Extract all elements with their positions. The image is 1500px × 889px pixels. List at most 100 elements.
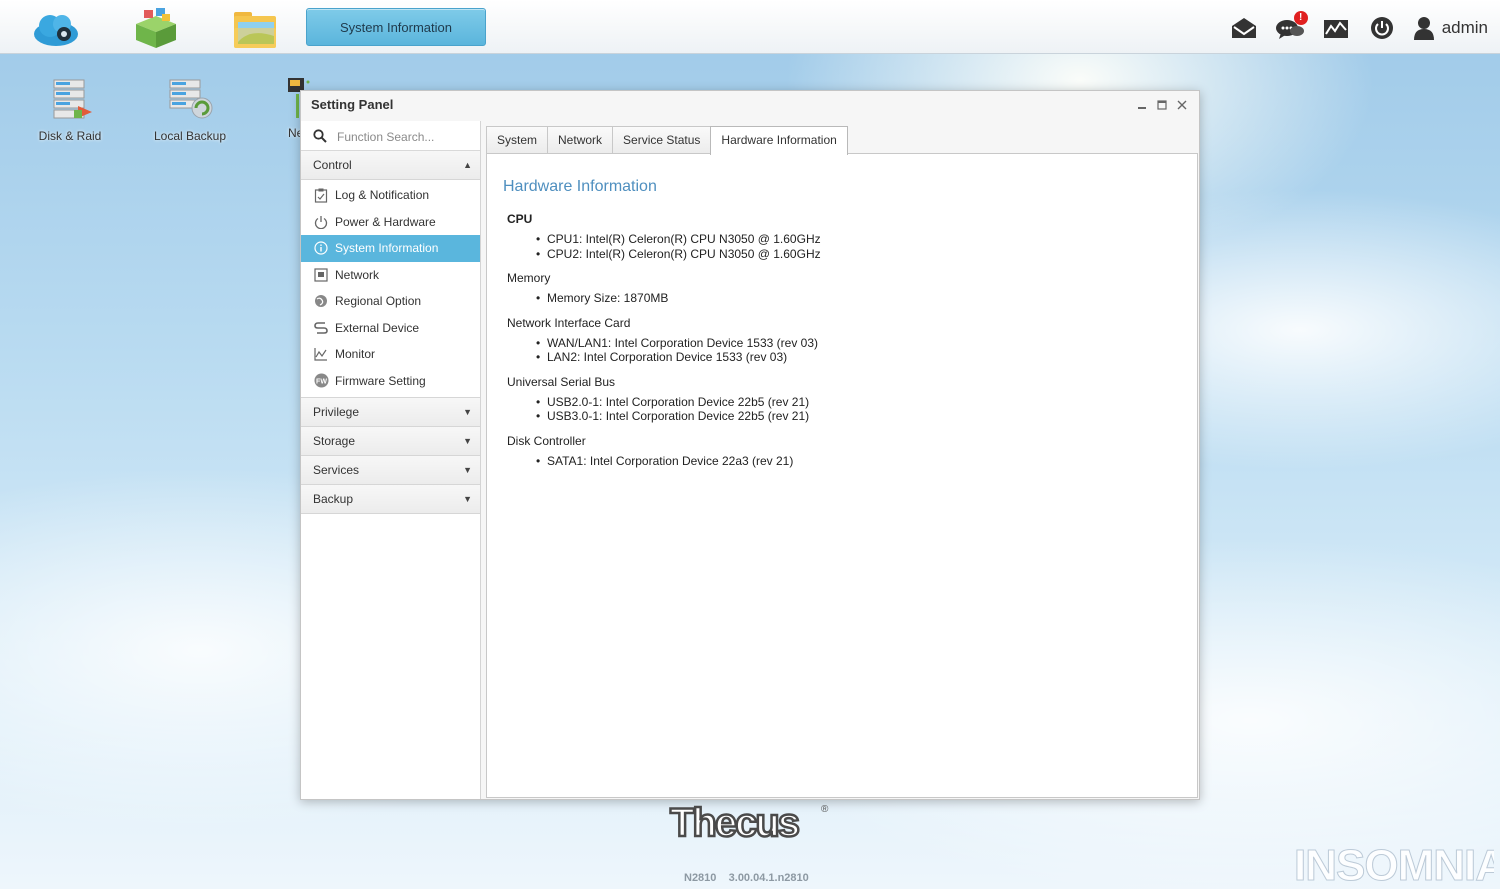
taskbar: System Information ! admin <box>0 0 1500 54</box>
group-list: CPU1: Intel(R) Celeron(R) CPU N3050 @ 1.… <box>503 232 1181 261</box>
sidebar-item-external-device[interactable]: External Device <box>301 315 480 342</box>
group-title: Disk Controller <box>507 433 586 448</box>
list-item: Memory Size: 1870MB <box>536 291 1181 306</box>
sidebar-item-log-notification[interactable]: Log & Notification <box>301 182 480 209</box>
list-item: LAN2: Intel Corporation Device 1533 (rev… <box>536 350 1181 365</box>
chart-icon <box>313 346 329 362</box>
list-item: WAN/LAN1: Intel Corporation Device 1533 … <box>536 336 1181 351</box>
tab-bar: System Network Service Status Hardware I… <box>486 126 848 155</box>
list-item: SATA1: Intel Corporation Device 22a3 (re… <box>536 454 1181 469</box>
info-icon <box>313 240 329 256</box>
sidebar-item-regional-option[interactable]: Regional Option <box>301 288 480 315</box>
section-services[interactable]: Services ▼ <box>301 456 480 485</box>
section-label: Storage <box>313 434 356 448</box>
hw-group-usb: Universal Serial Bus USB2.0-1: Intel Cor… <box>503 375 1181 424</box>
section-privilege[interactable]: Privilege ▼ <box>301 398 480 427</box>
hw-group-cpu: CPU CPU1: Intel(R) Celeron(R) CPU N3050 … <box>503 212 1181 261</box>
task-system-information[interactable]: System Information <box>306 8 486 46</box>
expand-arrow-icon: ▼ <box>463 494 472 504</box>
search-input[interactable] <box>335 126 475 148</box>
section-label: Services <box>313 463 360 477</box>
list-item: USB2.0-1: Intel Corporation Device 22b5 … <box>536 395 1181 410</box>
function-search <box>301 121 480 151</box>
group-list: WAN/LAN1: Intel Corporation Device 1533 … <box>503 336 1181 365</box>
sidebar-item-label: Monitor <box>335 347 376 361</box>
sidebar-item-monitor[interactable]: Monitor <box>301 341 480 368</box>
hw-group-nic: Network Interface Card WAN/LAN1: Intel C… <box>503 316 1181 365</box>
section-backup[interactable]: Backup ▼ <box>301 485 480 514</box>
insomnia-watermark: INSOMNIA <box>1294 840 1500 889</box>
section-label: Control <box>313 158 352 172</box>
cloud-app-icon[interactable] <box>30 6 82 50</box>
sidebar-item-system-information[interactable]: System Information <box>301 235 480 262</box>
setting-panel-window: Setting Panel Control ▲ <box>300 90 1200 800</box>
svg-text:FW: FW <box>316 379 327 386</box>
chat-notification-icon[interactable]: ! <box>1274 11 1308 43</box>
group-list: Memory Size: 1870MB <box>503 291 1181 306</box>
group-title: Universal Serial Bus <box>507 374 616 389</box>
desktop-icon-local-backup[interactable]: Local Backup <box>135 76 245 143</box>
firmware-icon: FW <box>313 373 329 389</box>
user-icon[interactable] <box>1412 13 1436 43</box>
svg-text:®: ® <box>821 804 829 815</box>
clipboard-icon <box>313 187 329 203</box>
sidebar-item-label: Network <box>335 267 380 282</box>
desktop-icon-label: Local Backup <box>153 129 227 143</box>
hw-group-memory: Memory Memory Size: 1870MB <box>503 271 1181 306</box>
file-station-icon[interactable] <box>230 6 282 50</box>
sidebar-item-network[interactable]: Network <box>301 262 480 289</box>
power-icon[interactable] <box>1366 13 1398 43</box>
sidebar-item-label: System Information <box>335 241 439 255</box>
hardware-info-panel: Hardware Information CPU CPU1: Intel(R) … <box>486 153 1198 798</box>
globe-icon <box>313 293 329 309</box>
group-title: CPU <box>507 212 533 226</box>
minimize-icon[interactable] <box>1133 97 1151 113</box>
section-label: Privilege <box>313 405 360 419</box>
section-label: Backup <box>313 492 354 506</box>
window-controls <box>1131 97 1191 113</box>
tab-service-status[interactable]: Service Status <box>612 126 712 153</box>
sidebar-item-label: Log & Notification <box>335 188 430 202</box>
desktop-icon-disk-raid[interactable]: Disk & Raid <box>15 76 125 143</box>
search-icon <box>313 129 327 143</box>
maximize-icon[interactable] <box>1153 97 1171 113</box>
sidebar: Control ▲ Log & Notification Power & Har… <box>301 121 481 799</box>
list-item: CPU2: Intel(R) Celeron(R) CPU N3050 @ 1.… <box>536 247 1181 262</box>
group-list: SATA1: Intel Corporation Device 22a3 (re… <box>503 454 1181 469</box>
list-item: CPU1: Intel(R) Celeron(R) CPU N3050 @ 1.… <box>536 232 1181 247</box>
firmware-version: N2810 3.00.04.1.n2810 <box>684 872 809 884</box>
tab-network[interactable]: Network <box>547 126 614 153</box>
sidebar-item-firmware-setting[interactable]: FW Firmware Setting <box>301 368 480 395</box>
expand-arrow-icon: ▼ <box>463 436 472 446</box>
local-backup-icon <box>169 79 213 119</box>
sidebar-item-label: Power & Hardware <box>335 214 436 229</box>
sidebar-item-label: Regional Option <box>335 294 422 308</box>
list-item: USB3.0-1: Intel Corporation Device 22b5 … <box>536 409 1181 424</box>
disk-raid-icon <box>53 79 92 119</box>
group-title: Memory <box>507 271 551 285</box>
section-control[interactable]: Control ▲ <box>301 151 480 180</box>
tab-hardware-information[interactable]: Hardware Information <box>710 126 848 155</box>
svg-text:Thecus: Thecus <box>670 801 799 842</box>
usb-icon <box>313 320 329 336</box>
group-list: USB2.0-1: Intel Corporation Device 22b5 … <box>503 395 1181 424</box>
thecus-logo: Thecus ® <box>668 800 838 847</box>
mail-icon[interactable] <box>1228 13 1260 43</box>
sidebar-item-label: External Device <box>335 320 420 335</box>
sidebar-item-power-hardware[interactable]: Power & Hardware <box>301 209 480 236</box>
user-name[interactable]: admin <box>1442 18 1488 38</box>
collapse-arrow-icon: ▲ <box>463 160 472 170</box>
network-icon <box>313 267 329 283</box>
power-icon <box>313 214 329 230</box>
svg-text:INSOMNIA: INSOMNIA <box>1294 841 1494 886</box>
section-storage[interactable]: Storage ▼ <box>301 427 480 456</box>
notification-badge: ! <box>1293 11 1308 25</box>
tab-system[interactable]: System <box>486 126 549 153</box>
close-icon[interactable] <box>1173 97 1191 113</box>
sidebar-item-label: Firmware Setting <box>335 373 426 388</box>
monitor-chart-icon[interactable] <box>1320 13 1352 43</box>
expand-arrow-icon: ▼ <box>463 465 472 475</box>
control-items: Log & Notification Power & Hardware Syst… <box>301 180 480 398</box>
window-title[interactable]: Setting Panel <box>301 91 1199 121</box>
app-center-icon[interactable] <box>130 6 182 50</box>
